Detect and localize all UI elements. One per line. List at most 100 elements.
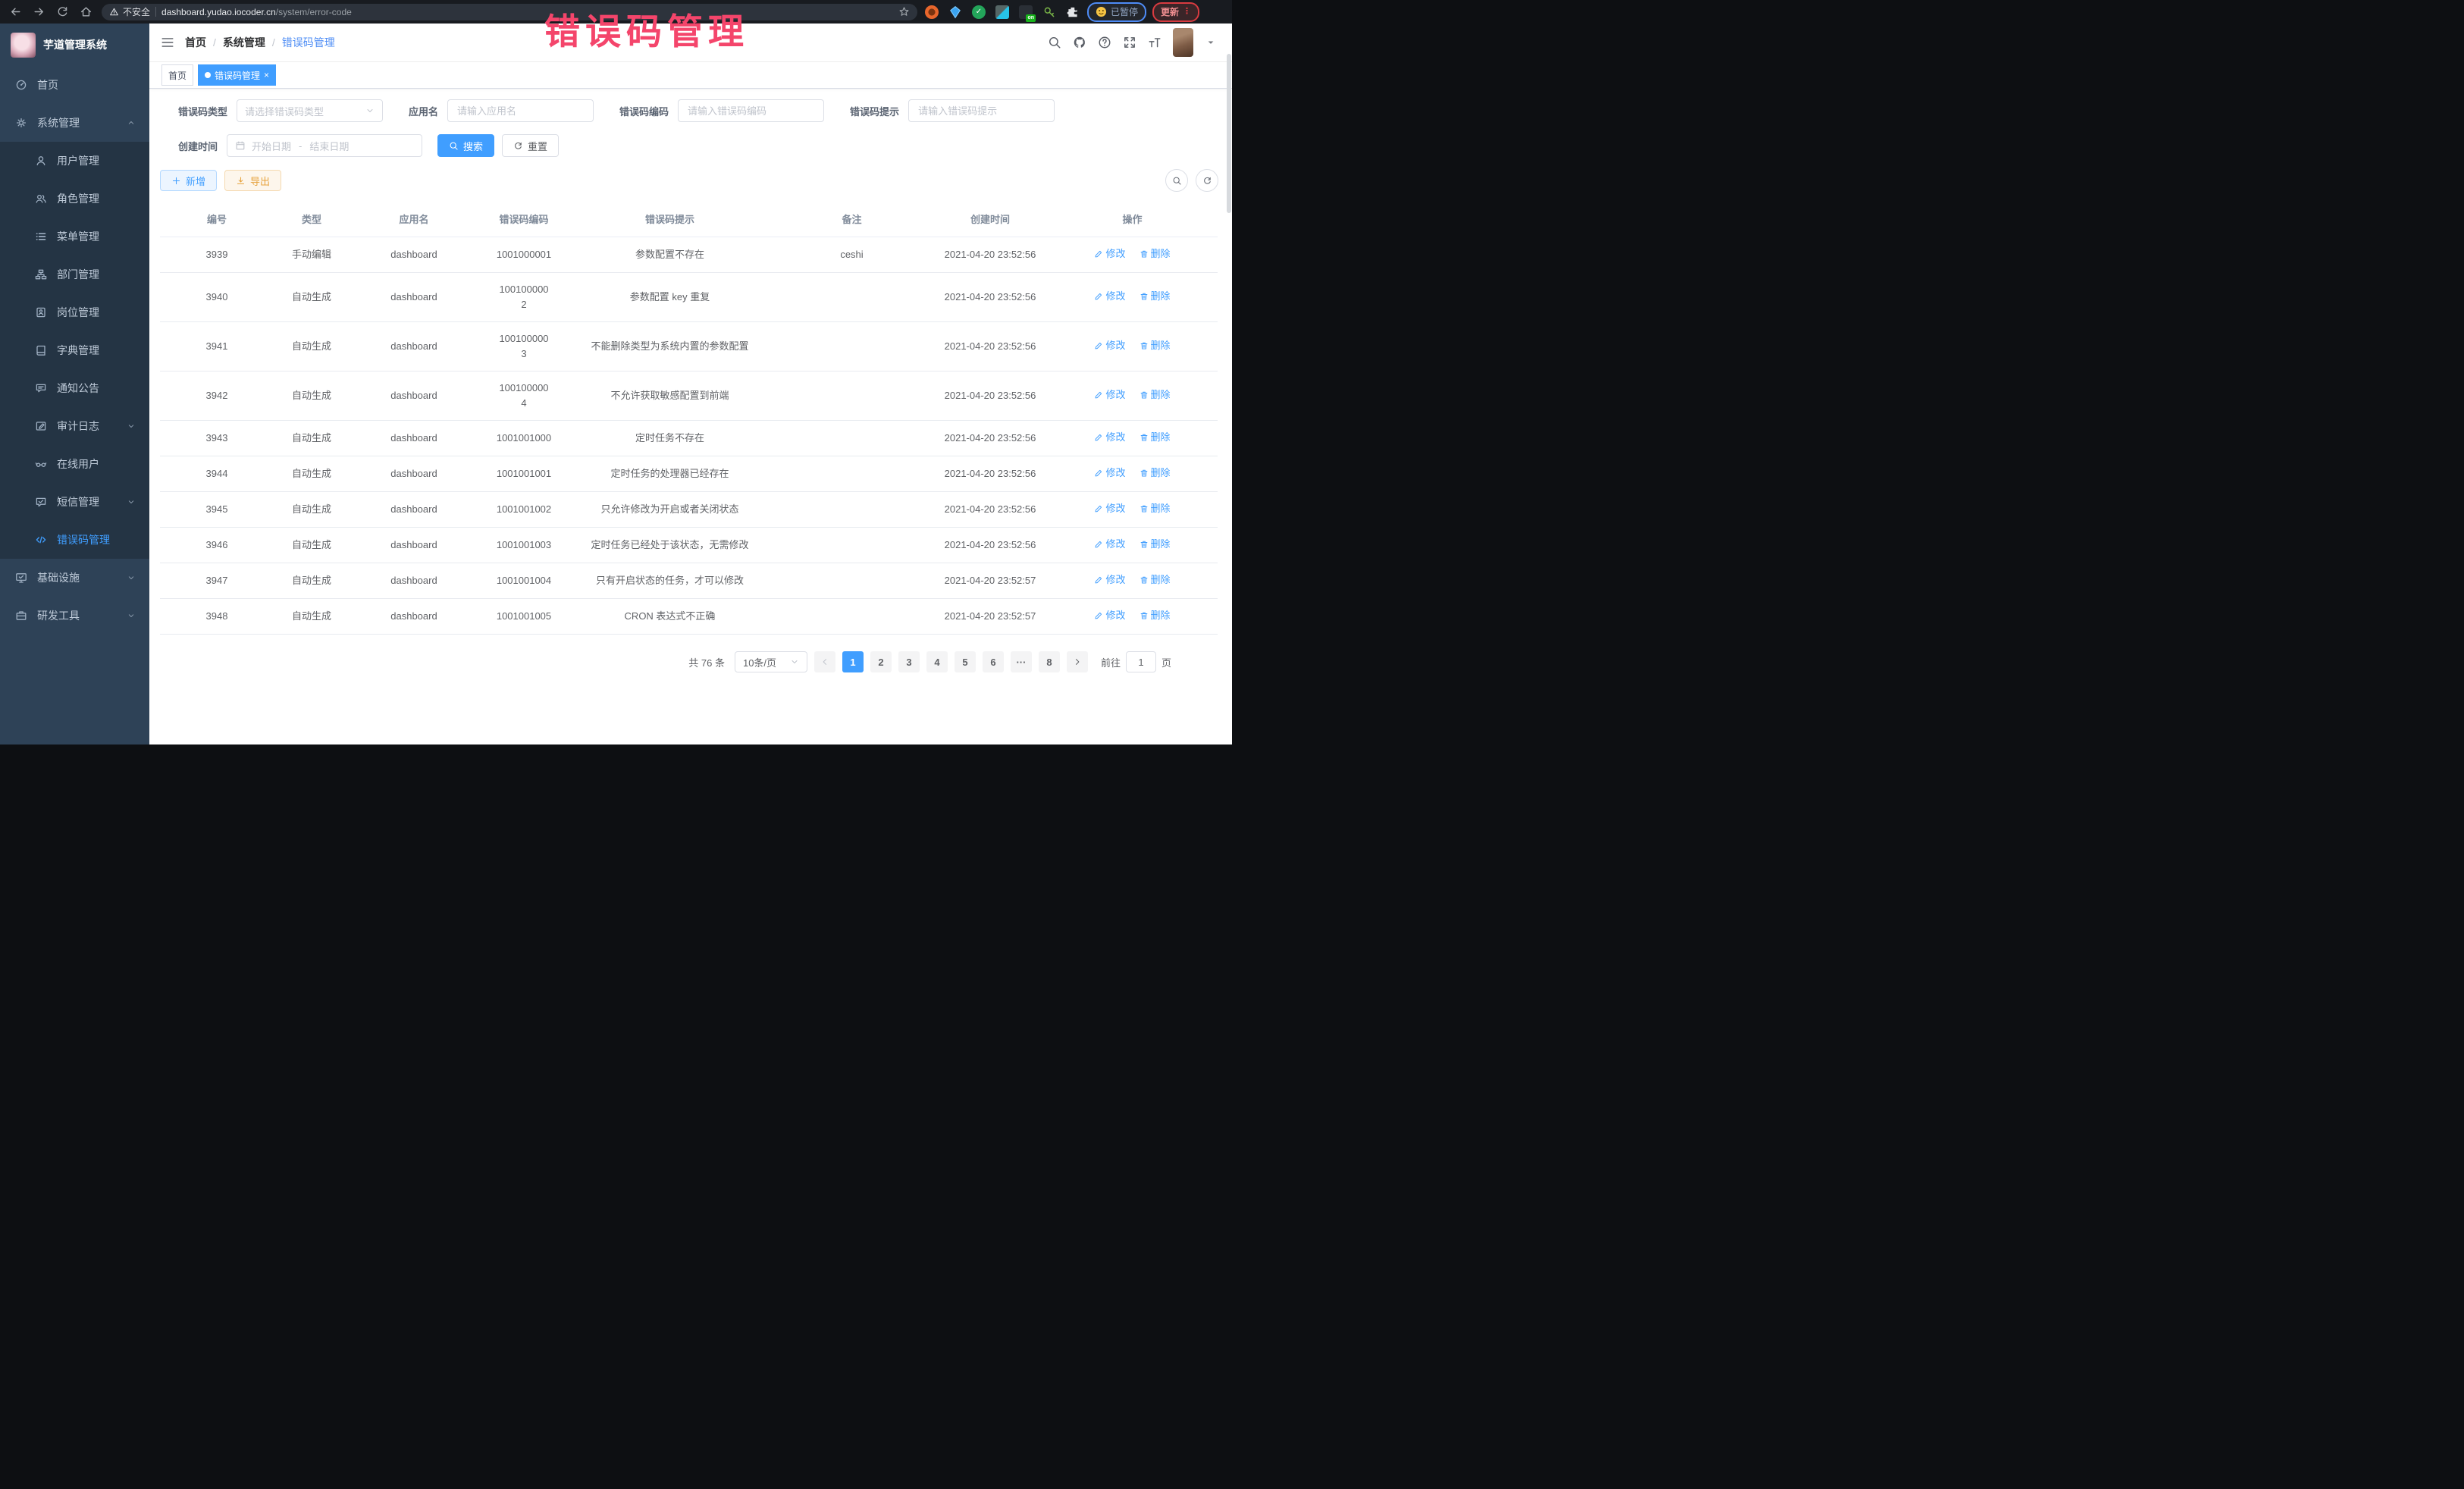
next-page-button[interactable] [1067,651,1088,672]
sidebar-item-用户管理[interactable]: 用户管理 [0,142,149,180]
extension-dark-icon[interactable]: on [1019,5,1033,19]
page-button-3[interactable]: 3 [898,651,920,672]
paused-extension-pill[interactable]: 已暂停 [1087,2,1146,22]
search-button[interactable]: 搜索 [437,134,494,157]
extension-squares-icon[interactable] [995,5,1009,19]
edit-link[interactable]: 修改 [1094,572,1125,588]
update-button[interactable]: 更新 ⋮ [1152,2,1199,22]
app-name-input[interactable] [456,105,585,118]
page-size-select[interactable]: 10条/页 [735,651,807,672]
sidebar-item-通知公告[interactable]: 通知公告 [0,369,149,407]
tab-error-code[interactable]: 错误码管理 × [198,64,276,86]
chevron-down-icon[interactable] [1206,38,1215,47]
scrollbar[interactable] [1227,54,1231,744]
sidebar-item-基础设施[interactable]: 基础设施 [0,559,149,597]
extension-green-icon[interactable]: ✓ [972,5,986,19]
edit-link[interactable]: 修改 [1094,537,1125,552]
export-button[interactable]: 导出 [224,170,281,191]
cell-app: dashboard [350,237,478,273]
cell-code: 1001001004 [478,563,569,599]
extension-orange-icon[interactable] [925,5,939,19]
page-button-2[interactable]: 2 [870,651,892,672]
prev-page-button[interactable] [814,651,835,672]
page-button-8[interactable]: 8 [1039,651,1060,672]
pager-ellipsis[interactable]: ··· [1011,651,1032,672]
edit-link[interactable]: 修改 [1094,289,1125,304]
date-range-picker[interactable]: 开始日期 - 结束日期 [227,134,422,157]
reset-button[interactable]: 重置 [502,134,559,157]
delete-link[interactable]: 删除 [1140,246,1171,262]
sidebar-item-短信管理[interactable]: 短信管理 [0,483,149,521]
add-button[interactable]: 新增 [160,170,217,191]
delete-link[interactable]: 删除 [1140,387,1171,403]
url-bar[interactable]: 不安全 dashboard.yudao.iocoder.cn/system/er… [102,4,917,20]
delete-link[interactable]: 删除 [1140,608,1171,623]
extension-key-icon[interactable] [1042,5,1056,19]
edit-link[interactable]: 修改 [1094,387,1125,403]
extension-gem-icon[interactable] [948,5,962,19]
error-hint-input[interactable] [917,105,1046,118]
sidebar-item-角色管理[interactable]: 角色管理 [0,180,149,218]
delete-link[interactable]: 删除 [1140,572,1171,588]
sidebar-item-在线用户[interactable]: 在线用户 [0,445,149,483]
delete-link[interactable]: 删除 [1140,430,1171,445]
sidebar-item-错误码管理[interactable]: 错误码管理 [0,521,149,559]
delete-link[interactable]: 删除 [1140,537,1171,552]
page-buttons: 123456 ··· 8 [842,651,1060,672]
search-icon[interactable] [1048,36,1061,49]
edit-link[interactable]: 修改 [1094,246,1125,262]
delete-link[interactable]: 删除 [1140,289,1171,304]
sidebar-item-审计日志[interactable]: 审计日志 [0,407,149,445]
tab-home[interactable]: 首页 [161,64,193,86]
sidebar-item-部门管理[interactable]: 部门管理 [0,255,149,293]
toggle-search-button[interactable] [1165,169,1188,192]
edit-link[interactable]: 修改 [1094,466,1125,481]
extensions-puzzle-icon[interactable] [1066,5,1080,19]
error-type-select[interactable]: 请选择错误码类型 [237,99,383,122]
page-button-4[interactable]: 4 [926,651,948,672]
security-warning[interactable]: 不安全 [109,5,150,18]
breadcrumb-system[interactable]: 系统管理 [223,35,265,50]
error-code-input[interactable] [686,105,816,118]
refresh-table-button[interactable] [1196,169,1218,192]
forward-icon[interactable] [33,5,45,18]
fullscreen-icon[interactable] [1123,36,1136,49]
avatar[interactable] [1173,28,1193,57]
edit-link[interactable]: 修改 [1094,501,1125,516]
browser-menu-icon[interactable]: ⋮ [1183,8,1191,16]
sidebar-logo-row[interactable]: 芋道管理系统 [0,24,149,66]
cell-actions: 修改删除 [1047,322,1218,371]
breadcrumb-home[interactable]: 首页 [185,35,206,50]
filter-row-1: 错误码类型 请选择错误码类型 应用名 错误码编码 [178,99,1221,122]
home-icon[interactable] [80,5,92,18]
cell-remark [770,273,933,322]
sidebar-item-label: 研发工具 [37,608,80,623]
main-panel: 首页 / 系统管理 / 错误码管理 首页 [149,24,1232,744]
close-icon[interactable]: × [264,71,269,80]
edit-link[interactable]: 修改 [1094,338,1125,353]
sidebar-item-系统管理[interactable]: 系统管理 [0,104,149,142]
hamburger-icon[interactable] [161,36,174,49]
page-button-1[interactable]: 1 [842,651,864,672]
trash-icon [1140,341,1149,350]
sidebar-item-字典管理[interactable]: 字典管理 [0,331,149,369]
sidebar-item-首页[interactable]: 首页 [0,66,149,104]
sidebar-item-菜单管理[interactable]: 菜单管理 [0,218,149,255]
sidebar-item-岗位管理[interactable]: 岗位管理 [0,293,149,331]
page-button-5[interactable]: 5 [955,651,976,672]
back-icon[interactable] [9,5,22,18]
goto-page-input[interactable] [1134,656,1148,669]
edit-link[interactable]: 修改 [1094,608,1125,623]
page-button-6[interactable]: 6 [983,651,1004,672]
github-icon[interactable] [1073,36,1086,49]
delete-link[interactable]: 删除 [1140,466,1171,481]
bookmark-star-icon[interactable] [898,6,910,17]
delete-link[interactable]: 删除 [1140,501,1171,516]
delete-link[interactable]: 删除 [1140,338,1171,353]
help-icon[interactable] [1098,36,1111,49]
edit-link[interactable]: 修改 [1094,430,1125,445]
font-size-icon[interactable] [1148,36,1161,49]
scrollbar-thumb[interactable] [1227,54,1231,213]
sidebar-item-研发工具[interactable]: 研发工具 [0,597,149,635]
reload-icon[interactable] [56,5,69,18]
